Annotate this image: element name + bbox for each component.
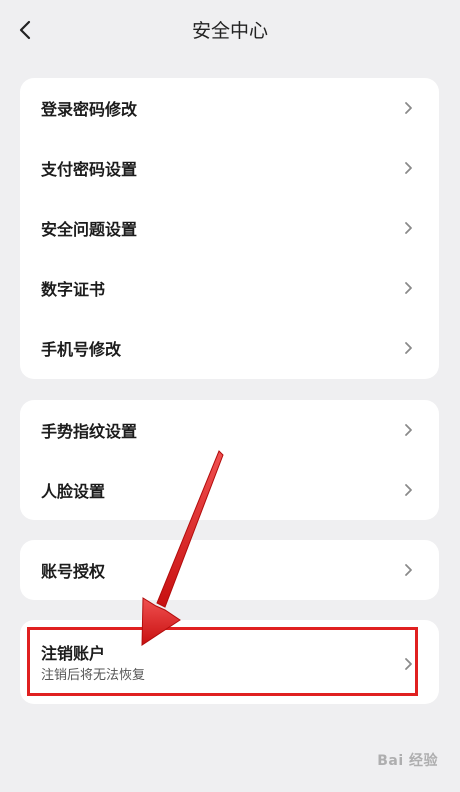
row-label: 登录密码修改 <box>41 100 138 119</box>
chevron-right-icon <box>405 484 412 496</box>
row-label: 手机号修改 <box>41 340 122 359</box>
row-login-password[interactable]: 登录密码修改 <box>20 78 439 138</box>
chevron-right-icon <box>405 342 412 354</box>
chevron-right-icon <box>405 222 412 234</box>
chevron-right-icon <box>405 424 412 436</box>
row-label: 人脸设置 <box>41 482 106 501</box>
row-label: 注销账户 <box>41 644 106 663</box>
page-title: 安全中心 <box>191 20 268 42</box>
row-account-authorization[interactable]: 账号授权 <box>20 540 439 600</box>
row-label: 数字证书 <box>41 280 106 299</box>
watermark: Bai 经验 <box>377 753 438 769</box>
row-payment-password[interactable]: 支付密码设置 <box>20 138 439 198</box>
chevron-right-icon <box>405 102 412 114</box>
settings-card-account-security: 登录密码修改 支付密码设置 安全问题设置 数字证书 手机号修改 <box>20 78 439 379</box>
row-gesture-fingerprint[interactable]: 手势指纹设置 <box>20 400 439 460</box>
row-phone-number[interactable]: 手机号修改 <box>20 318 439 378</box>
chevron-right-icon <box>405 282 412 294</box>
row-sublabel: 注销后将无法恢复 <box>41 668 146 683</box>
chevron-right-icon <box>405 658 412 670</box>
row-cancel-account[interactable]: 注销账户 注销后将无法恢复 <box>20 620 439 704</box>
row-label: 安全问题设置 <box>41 220 138 239</box>
settings-card-authorization: 账号授权 <box>20 540 439 600</box>
row-security-question[interactable]: 安全问题设置 <box>20 198 439 258</box>
settings-card-biometrics: 手势指纹设置 人脸设置 <box>20 400 439 520</box>
chevron-right-icon <box>405 564 412 576</box>
row-digital-certificate[interactable]: 数字证书 <box>20 258 439 318</box>
row-label: 手势指纹设置 <box>41 422 138 441</box>
row-label: 账号授权 <box>41 562 106 581</box>
top-bar: 安全中心 <box>0 0 460 62</box>
row-label: 支付密码设置 <box>41 160 138 179</box>
chevron-right-icon <box>405 162 412 174</box>
settings-card-cancel-account: 注销账户 注销后将无法恢复 <box>20 620 439 704</box>
row-face-settings[interactable]: 人脸设置 <box>20 460 439 520</box>
